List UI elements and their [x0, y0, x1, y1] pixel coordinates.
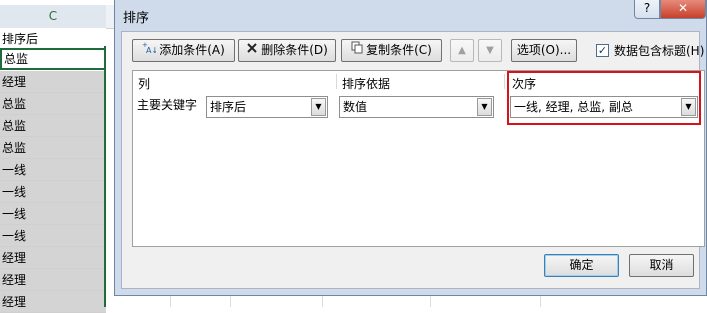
highlight-box [507, 71, 701, 125]
dialog-body: + A↓ 添加条件(A) 删除条件(D) 复制条件(C) ▲ ▼ 选项(O)...… [121, 31, 705, 289]
svg-text:A↓: A↓ [146, 46, 156, 54]
copy-level-button[interactable]: 复制条件(C) [341, 39, 442, 62]
table-row[interactable]: 经理 [0, 71, 106, 93]
cell-active[interactable]: 总监 [0, 48, 106, 70]
dialog-titlebar[interactable]: 排序 ? ✕ [115, 0, 706, 31]
help-button[interactable]: ? [634, 0, 660, 19]
sort-levels-list: 列 排序依据 次序 主要关键字 排序后 ▼ 数值 ▼ 一线, 经理, 总监, 副… [132, 70, 705, 247]
sort-level-label: 主要关键字 [137, 98, 198, 112]
table-row[interactable]: 一线 [0, 181, 106, 203]
chevron-down-icon[interactable]: ▼ [477, 98, 492, 116]
column-divider [504, 74, 505, 89]
table-row[interactable]: 总监 [0, 115, 106, 137]
add-level-button[interactable]: + A↓ 添加条件(A) [132, 39, 235, 62]
table-row[interactable]: 一线 [0, 225, 106, 247]
selection-border [104, 46, 106, 307]
move-down-button[interactable]: ▼ [478, 39, 502, 62]
column-select-value: 排序后 [210, 100, 247, 114]
table-row[interactable]: 经理 [0, 291, 106, 313]
sort-on-select[interactable]: 数值 ▼ [339, 96, 494, 118]
cancel-button[interactable]: 取消 [629, 254, 694, 277]
table-row[interactable]: 一线 [0, 203, 106, 225]
column-select[interactable]: 排序后 ▼ [206, 96, 328, 118]
add-level-icon: + A↓ [142, 40, 158, 61]
delete-level-button[interactable]: 删除条件(D) [238, 39, 336, 62]
delete-icon [246, 40, 258, 61]
copy-level-label: 复制条件(C) [366, 43, 432, 57]
column-header-c[interactable]: C [0, 5, 107, 29]
cell-header[interactable]: 排序后 [0, 28, 106, 50]
table-row[interactable]: 总监 [0, 137, 106, 159]
column-heading: 列 [138, 77, 151, 91]
chevron-down-icon[interactable]: ▼ [311, 98, 326, 116]
table-row[interactable]: 总监 [0, 93, 106, 115]
has-header-checkbox[interactable]: ✓ [596, 44, 609, 57]
table-row[interactable]: 一线 [0, 159, 106, 181]
sort-on-heading: 排序依据 [342, 77, 391, 91]
ok-button[interactable]: 确定 [544, 254, 619, 277]
options-button[interactable]: 选项(O)... [511, 39, 577, 62]
move-up-button[interactable]: ▲ [450, 39, 474, 62]
sort-dialog: 排序 ? ✕ + A↓ 添加条件(A) 删除条件(D) 复制条件(C) ▲ ▼ 选… [114, 0, 707, 296]
table-row[interactable]: 经理 [0, 247, 106, 269]
dialog-title: 排序 [123, 11, 150, 26]
add-level-label: 添加条件(A) [159, 43, 225, 57]
table-row[interactable]: 经理 [0, 269, 106, 291]
delete-level-label: 删除条件(D) [261, 43, 328, 57]
column-divider [336, 74, 337, 89]
sort-on-select-value: 数值 [343, 100, 368, 114]
copy-icon [351, 40, 363, 61]
has-header-label[interactable]: 数据包含标题(H) [614, 42, 704, 59]
close-button[interactable]: ✕ [660, 0, 706, 19]
